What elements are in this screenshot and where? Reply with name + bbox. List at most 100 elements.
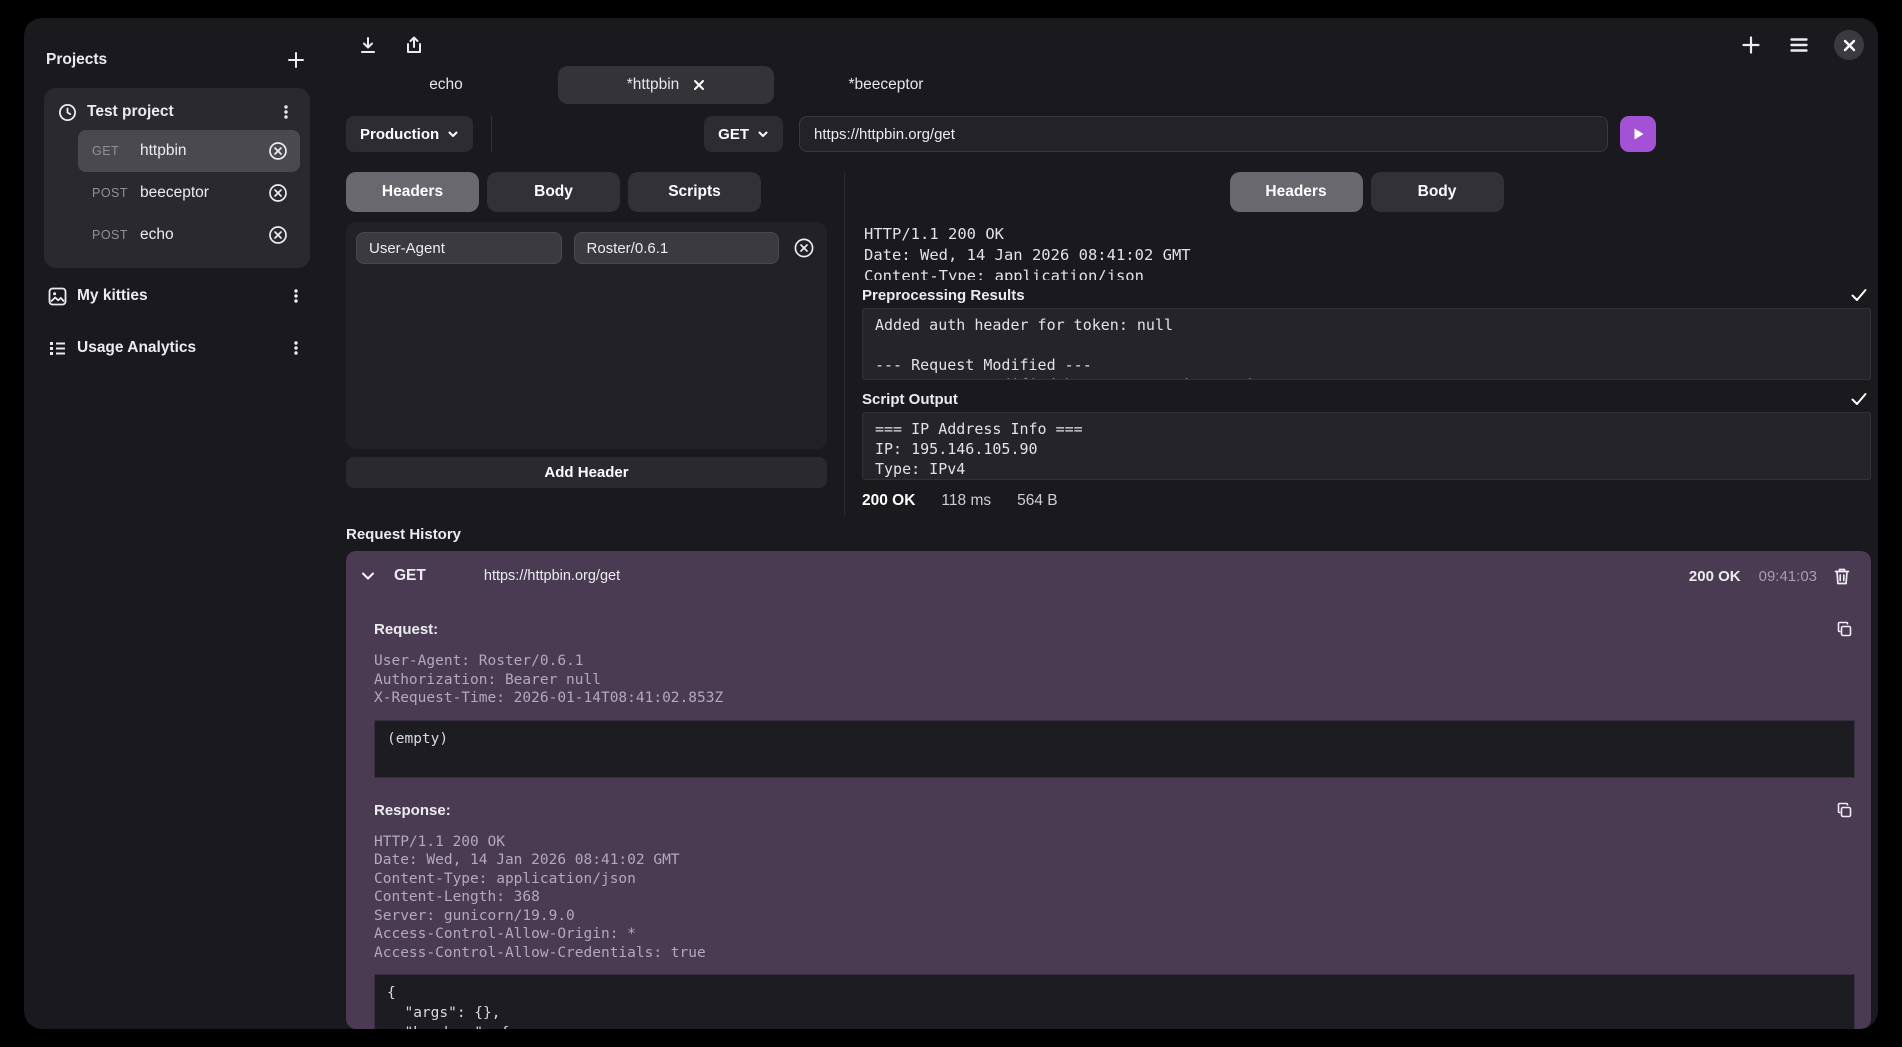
- request-method-badge: POST: [92, 186, 140, 200]
- remove-header-button[interactable]: [791, 235, 817, 261]
- collection-menu-button[interactable]: [286, 338, 306, 358]
- method-label: GET: [718, 126, 749, 143]
- preprocessing-output[interactable]: Added auth header for token: null --- Re…: [862, 308, 1871, 380]
- project-card: Test project GET httpbin POST bee: [44, 88, 310, 268]
- trash-icon: [1833, 567, 1851, 586]
- project-name: Test project: [87, 103, 266, 121]
- send-request-button[interactable]: [1620, 116, 1656, 152]
- copy-request-button[interactable]: [1834, 619, 1855, 640]
- check-icon: [1851, 392, 1867, 406]
- remove-request-button[interactable]: [266, 139, 290, 163]
- kebab-icon: [288, 288, 304, 304]
- request-bar: Production GET: [330, 108, 1878, 160]
- history-entry-header[interactable]: GET https://httpbin.org/get 200 OK 09:41…: [346, 551, 1871, 601]
- remove-request-button[interactable]: [266, 181, 290, 205]
- response-headers-view[interactable]: HTTP/1.1 200 OK Date: Wed, 14 Jan 2026 0…: [864, 224, 1871, 280]
- share-icon: [404, 35, 424, 55]
- request-history-title: Request History: [346, 526, 1871, 543]
- import-button[interactable]: [356, 33, 380, 57]
- request-editor-pane: Headers Body Scripts Add: [346, 172, 827, 516]
- history-entry-body: Request: User-Agent: Roster/0.6.1 Author…: [346, 601, 1871, 1029]
- script-output-section-header: Script Output: [862, 386, 1871, 412]
- headers-editor: [346, 222, 827, 449]
- tab-label: *beeceptor: [849, 76, 924, 94]
- project-menu-button[interactable]: [276, 102, 296, 122]
- collection-name: Usage Analytics: [77, 339, 276, 357]
- tab-request-scripts[interactable]: Scripts: [628, 172, 761, 212]
- status-size: 564 B: [1017, 492, 1058, 510]
- kebab-icon: [288, 340, 304, 356]
- header-value-input[interactable]: [574, 232, 780, 264]
- main-area: echo *httpbin *beeceptor Production: [330, 18, 1878, 1029]
- request-method-badge: POST: [92, 228, 140, 242]
- collection-menu-button[interactable]: [286, 286, 306, 306]
- url-input[interactable]: [799, 116, 1608, 152]
- projects-title: Projects: [46, 51, 107, 69]
- history-entry: GET https://httpbin.org/get 200 OK 09:41…: [346, 551, 1871, 1029]
- copy-response-button[interactable]: [1834, 800, 1855, 821]
- circle-x-icon: [793, 237, 815, 259]
- clock-icon: [58, 103, 77, 122]
- environment-label: Production: [360, 126, 439, 143]
- remove-request-button[interactable]: [266, 223, 290, 247]
- tab-close-icon[interactable]: [693, 79, 705, 91]
- history-status: 200 OK: [1689, 568, 1741, 585]
- plus-icon: [1740, 34, 1762, 56]
- sidebar-request-httpbin[interactable]: GET httpbin: [78, 130, 300, 172]
- request-label: Request:: [374, 621, 438, 638]
- response-status-line: 200 OK 118 ms 564 B: [862, 486, 1871, 516]
- chevron-down-icon[interactable]: [360, 568, 376, 584]
- new-tab-button[interactable]: [1738, 32, 1764, 58]
- environment-dropdown[interactable]: Production: [346, 116, 473, 152]
- tab-label: echo: [429, 76, 463, 94]
- menu-button[interactable]: [1786, 32, 1812, 58]
- header-name-input[interactable]: [356, 232, 562, 264]
- check-icon: [1851, 288, 1867, 302]
- download-icon: [358, 35, 378, 55]
- copy-icon: [1836, 621, 1853, 638]
- hamburger-icon: [1788, 34, 1810, 56]
- sidebar-request-beeceptor[interactable]: POST beeceptor: [78, 172, 300, 214]
- history-method: GET: [394, 567, 426, 585]
- sidebar-item-usage-analytics[interactable]: Usage Analytics: [44, 324, 310, 372]
- circle-x-icon: [268, 141, 288, 161]
- tab-request-headers[interactable]: Headers: [346, 172, 479, 212]
- preprocessing-title: Preprocessing Results: [862, 287, 1025, 304]
- app-window: Projects Test project GET: [24, 18, 1878, 1029]
- method-dropdown[interactable]: GET: [704, 116, 783, 152]
- history-response-headers: HTTP/1.1 200 OK Date: Wed, 14 Jan 2026 0…: [374, 833, 1855, 963]
- add-header-button[interactable]: Add Header: [346, 457, 827, 488]
- tab-response-body[interactable]: Body: [1371, 172, 1504, 212]
- sidebar-request-echo[interactable]: POST echo: [78, 214, 300, 256]
- window-close-button[interactable]: [1834, 30, 1864, 60]
- image-icon: [48, 287, 67, 306]
- close-icon: [1843, 39, 1856, 52]
- add-project-button[interactable]: [284, 48, 308, 72]
- history-request-headers: User-Agent: Roster/0.6.1 Authorization: …: [374, 652, 1855, 708]
- divider: [844, 172, 845, 516]
- request-name: echo: [140, 226, 266, 244]
- tab-request-body[interactable]: Body: [487, 172, 620, 212]
- preprocessing-section-header: Preprocessing Results: [862, 282, 1871, 308]
- play-icon: [1630, 126, 1646, 142]
- response-label: Response:: [374, 802, 451, 819]
- history-response-body[interactable]: { "args": {}, "headers": {: [374, 974, 1855, 1029]
- sidebar-item-my-kitties[interactable]: My kitties: [44, 272, 310, 320]
- sidebar: Projects Test project GET: [24, 18, 330, 1029]
- script-output[interactable]: === IP Address Info === IP: 195.146.105.…: [862, 412, 1871, 480]
- script-output-title: Script Output: [862, 391, 958, 408]
- request-method-badge: GET: [92, 144, 140, 158]
- status-code: 200 OK: [862, 492, 915, 510]
- tab-response-headers[interactable]: Headers: [1230, 172, 1363, 212]
- tab-beeceptor[interactable]: *beeceptor: [778, 66, 994, 104]
- tab-echo[interactable]: echo: [338, 66, 554, 104]
- divider: [491, 116, 492, 152]
- chevron-down-icon: [757, 128, 769, 140]
- history-request-body[interactable]: (empty): [374, 720, 1855, 778]
- tab-httpbin[interactable]: *httpbin: [558, 66, 774, 104]
- delete-history-button[interactable]: [1831, 565, 1853, 588]
- copy-icon: [1836, 802, 1853, 819]
- export-button[interactable]: [402, 33, 426, 57]
- editor-panes: Headers Body Scripts Add: [330, 160, 1878, 516]
- kebab-icon: [278, 104, 294, 120]
